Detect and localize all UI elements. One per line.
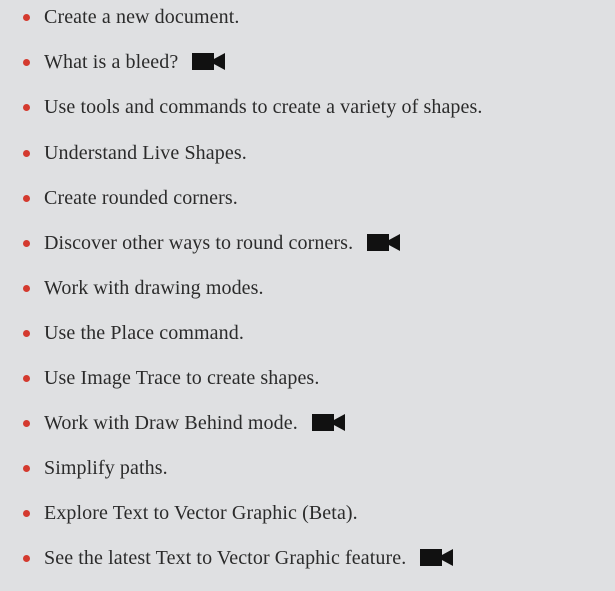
video-camera-icon[interactable] <box>367 233 401 251</box>
list-item-label: Simplify paths. <box>44 457 168 479</box>
list-item-text: Use the Place command. <box>44 318 244 348</box>
bullet-icon <box>23 329 30 337</box>
bullet-icon <box>23 149 30 157</box>
bullet-icon <box>23 194 30 202</box>
list-item-label: Explore Text to Vector Graphic (Beta). <box>44 502 358 524</box>
lesson-topic-list: Create a new document. What is a bleed? … <box>0 0 615 591</box>
bullet-icon <box>23 509 30 517</box>
list-item-label: Use the Place command. <box>44 322 244 344</box>
list-item-text: Use Image Trace to create shapes. <box>44 363 319 393</box>
video-camera-icon[interactable] <box>311 413 345 431</box>
video-camera-icon[interactable] <box>192 52 226 70</box>
list-item-text: Understand Live Shapes. <box>44 138 247 168</box>
list-item-label: Create rounded corners. <box>44 187 238 209</box>
list-item-text: What is a bleed? <box>44 47 226 77</box>
bullet-icon <box>23 103 30 111</box>
video-camera-icon[interactable] <box>420 548 454 566</box>
list-item-text: Simplify paths. <box>44 453 168 483</box>
list-item-label: Use Image Trace to create shapes. <box>44 367 320 389</box>
list-item-label: Create a new document. <box>44 6 240 28</box>
list-item-text: Work with drawing modes. <box>44 273 264 303</box>
list-item-label: Work with drawing modes. <box>44 277 264 299</box>
list-item-text: Explore Text to Vector Graphic (Beta). <box>44 498 358 528</box>
list-item-text: Discover other ways to round corners. <box>44 228 401 258</box>
bullet-icon <box>23 419 30 427</box>
list-item-text: Create rounded corners. <box>44 183 238 213</box>
bullet-icon <box>23 58 30 66</box>
bullet-icon <box>23 13 30 21</box>
list-item-text: Create a new document. <box>44 2 239 32</box>
list-item-label: Work with Draw Behind mode. <box>44 412 298 434</box>
list-item-text: Work with Draw Behind mode. <box>44 408 345 438</box>
list-item-label: Understand Live Shapes. <box>44 142 247 164</box>
bullet-icon <box>23 284 30 292</box>
list-item-label: What is a bleed? <box>44 51 179 73</box>
bullet-icon <box>23 554 30 562</box>
list-item-text: Use tools and commands to create a varie… <box>44 92 483 122</box>
list-item-label: Use tools and commands to create a varie… <box>44 96 483 118</box>
bullet-icon <box>23 464 30 472</box>
bullet-icon <box>23 239 30 247</box>
list-item-label: Discover other ways to round corners. <box>44 232 354 254</box>
list-item-label: See the latest Text to Vector Graphic fe… <box>44 547 407 569</box>
bullet-icon <box>23 374 30 382</box>
list-item-text: See the latest Text to Vector Graphic fe… <box>44 543 454 573</box>
